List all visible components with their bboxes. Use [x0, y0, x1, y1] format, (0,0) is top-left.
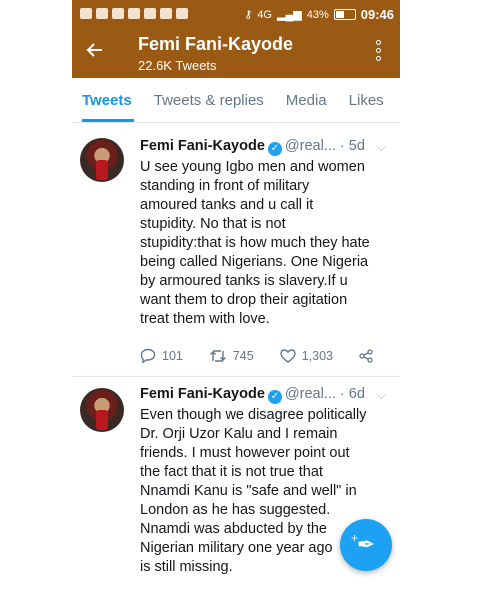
notification-icon — [176, 8, 188, 19]
tweet-time: · 5d — [339, 138, 365, 154]
notification-icon — [80, 8, 92, 19]
signal-label: 4G — [257, 8, 272, 21]
tab-likes[interactable]: Likes — [339, 82, 396, 122]
mail-icon — [128, 8, 140, 19]
author-handle: @real... — [284, 386, 336, 402]
chevron-down-icon[interactable]: ⌵ — [377, 388, 386, 403]
notification-icons — [80, 8, 188, 19]
tweet-actions: 101 745 1,303 — [140, 348, 399, 363]
author-handle: @real... — [284, 138, 336, 154]
verified-badge-icon: ✓ — [267, 142, 282, 156]
phone-screen: ⚷ 4G ▂▄▆ 43% 09:46 Femi Fani-Kayode 22.6… — [72, 0, 400, 592]
like-count: 1,303 — [301, 348, 333, 363]
notification-icon — [96, 8, 108, 19]
clock: 09:46 — [360, 7, 394, 22]
mail-icon — [144, 8, 156, 19]
tab-media[interactable]: Media — [276, 82, 339, 122]
tweet-header: Femi Fani-Kayode ✓ @real... · 6d — [140, 386, 365, 404]
retweet-button[interactable]: 745 — [209, 349, 254, 363]
profile-header: Femi Fani-Kayode 22.6K Tweets — [72, 30, 400, 78]
reply-icon — [140, 348, 156, 363]
tweet-time: · 6d — [339, 386, 365, 402]
retweet-icon — [209, 349, 226, 362]
reply-button[interactable]: 101 — [140, 348, 183, 363]
like-button[interactable]: 1,303 — [280, 349, 333, 363]
reply-count: 101 — [162, 348, 183, 363]
avatar[interactable] — [80, 388, 124, 432]
verified-badge-icon: ✓ — [267, 390, 282, 404]
tweet-1[interactable]: Femi Fani-Kayode ✓ @real... · 5d ⌵ U see y… — [72, 130, 400, 378]
signal-icon: ▂▄▆ — [277, 9, 302, 21]
tab-tweets[interactable]: Tweets — [72, 82, 144, 122]
divider — [72, 376, 400, 377]
battery-icon — [333, 9, 356, 20]
compose-tweet-icon: ✒ + — [351, 531, 376, 557]
share-button[interactable] — [359, 348, 373, 363]
battery-percent: 43% — [306, 8, 329, 21]
profile-tabs: Tweets Tweets & replies Media Likes — [72, 82, 400, 123]
status-bar: ⚷ 4G ▂▄▆ 43% 09:46 — [72, 0, 400, 30]
tweet-header: Femi Fani-Kayode ✓ @real... · 5d — [140, 138, 365, 156]
profile-name: Femi Fani-Kayode — [138, 34, 294, 54]
key-icon: ⚷ — [244, 9, 253, 21]
compose-tweet-button[interactable]: ✒ + — [340, 519, 392, 571]
share-icon — [359, 348, 373, 363]
tab-tweets-and-replies[interactable]: Tweets & replies — [144, 82, 276, 122]
heart-icon — [280, 348, 296, 363]
notification-icon — [160, 8, 172, 19]
tweet-count: 22.6K Tweets — [138, 58, 217, 73]
back-arrow-icon[interactable] — [86, 40, 104, 64]
notification-icon — [112, 8, 124, 19]
retweet-count: 745 — [232, 348, 254, 363]
chevron-down-icon[interactable]: ⌵ — [377, 140, 386, 155]
author-name[interactable]: Femi Fani-Kayode — [140, 386, 265, 402]
avatar[interactable] — [80, 138, 124, 182]
tweet-text: U see young Igbo men and women standing … — [140, 159, 370, 327]
author-name[interactable]: Femi Fani-Kayode — [140, 138, 265, 154]
more-options-icon[interactable] — [376, 40, 382, 64]
